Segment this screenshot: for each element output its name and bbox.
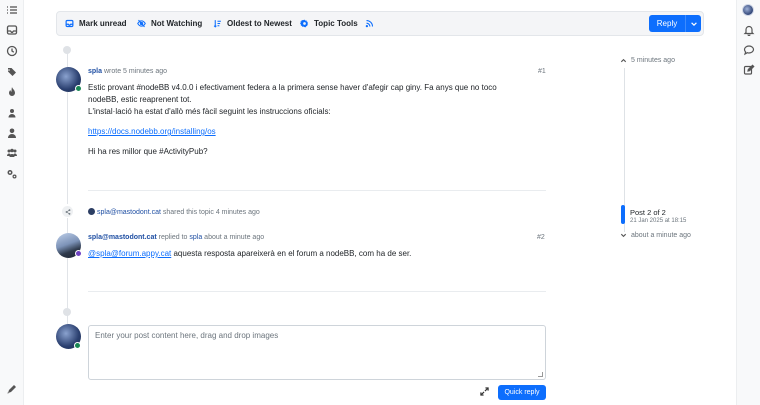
resize-handle[interactable] [538, 372, 543, 377]
post-meta: spla wrote 5 minutes ago [88, 68, 167, 75]
online-status-dot [75, 85, 82, 92]
rss-icon [365, 19, 374, 28]
groups-icon[interactable] [6, 107, 18, 119]
quick-reply-button[interactable]: Quick reply [498, 385, 546, 400]
bell-icon[interactable] [743, 24, 755, 36]
reply-button[interactable]: Reply [649, 15, 701, 32]
watching-label: Not Watching [151, 19, 203, 28]
post-content: @spla@forum.appy.cat aquesta resposta ap… [88, 248, 548, 260]
post-text: Estic provant #nodeBB v4.0.0 i efectivam… [88, 83, 497, 92]
reply-label: Reply [656, 19, 678, 28]
sort-label: Oldest to Newest [227, 19, 292, 28]
docs-link[interactable]: https://docs.nodebb.org/installing/os [88, 127, 216, 136]
mark-unread-button[interactable]: Mark unread [65, 12, 127, 35]
navigator-top-time: 5 minutes ago [631, 57, 675, 64]
timeline-line [67, 218, 68, 234]
timeline-dot [63, 308, 71, 316]
post-text: aquesta resposta apareixerà en el forum … [171, 249, 412, 258]
compose-icon[interactable] [743, 64, 755, 76]
menu-icon[interactable] [6, 4, 18, 16]
post-time[interactable]: about a minute ago [204, 234, 264, 241]
post-action: replied to [158, 234, 188, 241]
reply-target[interactable]: spla [189, 234, 202, 241]
post-action: wrote [103, 68, 122, 75]
timeline-dot [63, 46, 71, 54]
topic-tools-button[interactable]: Topic Tools [300, 12, 358, 35]
eye-slash-icon [137, 19, 146, 28]
topic-toolbar: Mark unread Not Watching Oldest to Newes… [56, 11, 704, 36]
post-number[interactable]: #2 [537, 234, 545, 241]
navigator-date: 21 Jan 2025 at 18:15 [630, 218, 687, 224]
post-number[interactable]: #1 [538, 68, 546, 75]
user-icon[interactable] [6, 127, 18, 139]
federated-badge-icon [75, 250, 82, 257]
left-sidebar [0, 0, 24, 405]
online-status-dot [74, 342, 81, 349]
quick-reply-input[interactable] [89, 326, 545, 379]
post-author[interactable]: spla [88, 68, 102, 75]
sort-icon [213, 19, 222, 28]
pen-icon[interactable] [6, 383, 18, 395]
post-author[interactable]: spla@mastodont.cat [88, 234, 157, 241]
chevron-down-icon[interactable] [686, 20, 701, 28]
post-text: Hi ha res millor que #ActivityPub? [88, 147, 208, 156]
mark-unread-label: Mark unread [79, 19, 127, 28]
topic-tools-label: Topic Tools [314, 19, 358, 28]
event-action: shared this topic [162, 209, 214, 216]
event-user[interactable]: spla@mastodont.cat [97, 209, 161, 216]
chat-icon[interactable] [743, 44, 755, 56]
post-text: L'instal·lació ha estat d'allò més fàcil… [88, 107, 331, 116]
post-meta: spla@mastodont.cat replied to spla about… [88, 234, 264, 241]
watching-button[interactable]: Not Watching [137, 12, 202, 35]
navigator-handle[interactable] [621, 205, 625, 224]
post-divider [88, 190, 546, 191]
share-icon [62, 206, 73, 217]
event-text: spla@mastodont.cat shared this topic 4 m… [88, 208, 260, 216]
navigator-top[interactable]: 5 minutes ago [620, 57, 675, 64]
users-icon[interactable] [6, 147, 18, 159]
chevron-down-icon [620, 232, 627, 239]
inbox-icon[interactable] [6, 24, 18, 36]
sort-button[interactable]: Oldest to Newest [213, 12, 292, 35]
rss-button[interactable] [365, 12, 374, 35]
navigator-bottom-time: about a minute ago [631, 232, 691, 239]
clock-icon[interactable] [6, 45, 18, 57]
gear-icon [300, 19, 309, 28]
post-divider [88, 291, 546, 292]
right-sidebar [736, 0, 760, 405]
inbox-icon [65, 19, 74, 28]
post-content: Estic provant #nodeBB v4.0.0 i efectivam… [88, 82, 548, 158]
settings-cogs-icon[interactable] [6, 168, 18, 180]
navigator-label: Post 2 of 2 [630, 208, 666, 217]
navigator-bottom[interactable]: about a minute ago [620, 232, 691, 239]
fire-icon[interactable] [6, 86, 18, 98]
quick-reply-composer [88, 325, 546, 380]
mention-link[interactable]: @spla@forum.appy.cat [88, 249, 171, 258]
chevron-up-icon [620, 57, 627, 64]
expand-icon[interactable] [480, 387, 492, 399]
timeline-line [67, 92, 68, 204]
event-avatar [88, 208, 95, 215]
event-time[interactable]: 4 minutes ago [216, 209, 260, 216]
post-text: nodeBB, estic reaprenent tot. [88, 95, 192, 104]
post-time[interactable]: 5 minutes ago [123, 68, 167, 75]
tags-icon[interactable] [6, 66, 18, 78]
user-avatar[interactable] [742, 4, 754, 16]
